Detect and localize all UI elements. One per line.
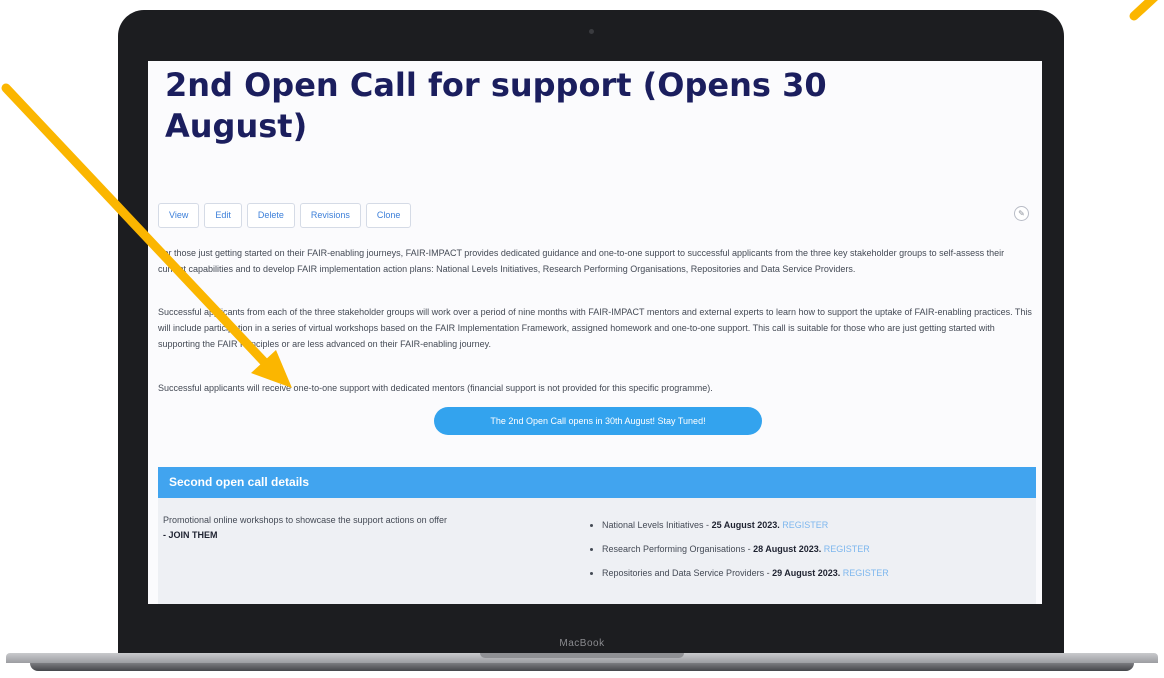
tab-revisions[interactable]: Revisions: [299, 203, 361, 228]
workshop-list: National Levels Initiatives - 25 August …: [586, 513, 1042, 585]
register-link[interactable]: REGISTER: [824, 544, 870, 554]
laptop-screen: 2nd Open Call for support (Opens 30 Augu…: [148, 61, 1042, 604]
join-label: - JOIN THEM: [163, 530, 218, 540]
page-title: 2nd Open Call for support (Opens 30 Augu…: [165, 66, 827, 145]
node-tabs: View Edit Delete Revisions Clone: [158, 203, 412, 228]
laptop-base: [0, 653, 1164, 678]
tab-clone[interactable]: Clone: [365, 203, 412, 228]
open-call-button[interactable]: The 2nd Open Call opens in 30th August! …: [434, 407, 762, 435]
camera-icon: [589, 29, 594, 34]
section-heading: Second open call details: [158, 467, 1036, 498]
register-link[interactable]: REGISTER: [782, 520, 828, 530]
tab-edit[interactable]: Edit: [204, 203, 242, 228]
arrow-tail-top-right: [1129, 0, 1158, 21]
lid-notch: [480, 653, 684, 658]
pencil-icon[interactable]: ✎: [1014, 206, 1029, 221]
support-paragraph: Successful applicants will receive one-t…: [158, 383, 713, 393]
workshop-name: Research Performing Organisations -: [602, 544, 754, 554]
workshop-date: 29 August 2023.: [772, 568, 841, 578]
list-item: National Levels Initiatives - 25 August …: [602, 513, 1042, 537]
workshop-name: Repositories and Data Service Providers …: [602, 568, 773, 578]
list-item: Repositories and Data Service Providers …: [602, 561, 1042, 585]
tab-view[interactable]: View: [158, 203, 200, 228]
register-link[interactable]: REGISTER: [843, 568, 889, 578]
mentoring-paragraph: Successful applicants from each of the t…: [158, 307, 1032, 349]
workshop-date: 28 August 2023.: [753, 544, 822, 554]
base-bottom: [30, 663, 1134, 671]
tab-delete[interactable]: Delete: [246, 203, 295, 228]
promo-text: Promotional online workshops to showcase…: [163, 515, 447, 525]
workshop-name: National Levels Initiatives -: [602, 520, 712, 530]
workshop-date: 25 August 2023.: [711, 520, 780, 530]
list-item: Research Performing Organisations - 28 A…: [602, 537, 1042, 561]
intro-paragraph: For those just getting started on their …: [158, 248, 1005, 274]
device-label: MacBook: [559, 638, 605, 649]
